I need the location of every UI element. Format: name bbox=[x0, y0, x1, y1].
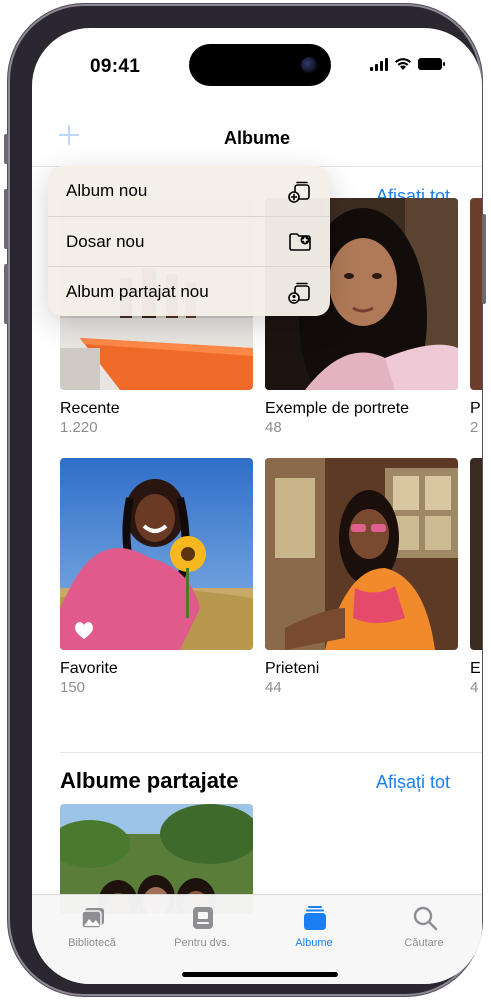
album-stack-plus-icon bbox=[288, 181, 310, 203]
tab-albums[interactable]: Albume bbox=[266, 895, 362, 965]
menu-item-new-folder[interactable]: Dosar nou bbox=[48, 217, 330, 267]
tab-label: Albume bbox=[295, 937, 333, 949]
album-title: Recente bbox=[60, 400, 120, 417]
section-divider bbox=[60, 752, 482, 753]
tab-label: Bibliotecă bbox=[68, 937, 116, 949]
home-indicator[interactable] bbox=[182, 972, 338, 977]
screen: 09:41 Albume Afișați tot Recente 1.220 E… bbox=[32, 28, 482, 984]
album-count: 1.220 bbox=[60, 419, 98, 436]
volume-down-button bbox=[4, 264, 8, 324]
friends-photo bbox=[265, 458, 458, 650]
search-icon bbox=[413, 906, 438, 931]
volume-up-button bbox=[4, 189, 8, 249]
menu-item-label: Dosar nou bbox=[66, 232, 145, 251]
favorite-photo bbox=[60, 458, 253, 650]
menu-item-new-shared-album[interactable]: Album partajat nou bbox=[48, 267, 330, 317]
cellular-signal-icon bbox=[370, 57, 388, 71]
phone-frame: 09:41 Albume Afișați tot Recente 1.220 E… bbox=[4, 4, 486, 996]
for-you-icon bbox=[193, 907, 213, 929]
tab-library[interactable]: Bibliotecă bbox=[44, 895, 140, 965]
tab-label: Pentru dvs. bbox=[174, 937, 230, 949]
album-title: P bbox=[470, 400, 481, 417]
album-title: Exemple de portrete bbox=[265, 400, 410, 417]
menu-item-new-album[interactable]: Album nou bbox=[48, 166, 330, 216]
album-title: Favorite bbox=[60, 660, 118, 677]
tab-label: Căutare bbox=[404, 937, 444, 949]
shared-album-plus-icon bbox=[288, 282, 310, 304]
add-menu: Album nou Dosar nou Album partajat nou bbox=[48, 166, 330, 316]
battery-icon bbox=[418, 58, 445, 70]
folder-plus-icon bbox=[289, 233, 311, 251]
album-thumbnail-partial[interactable] bbox=[470, 198, 482, 390]
page-title: Albume bbox=[223, 128, 290, 148]
album-count: 150 bbox=[60, 679, 86, 696]
wifi-icon bbox=[395, 58, 411, 70]
album-thumbnail-prieteni[interactable] bbox=[265, 458, 458, 650]
side-button bbox=[482, 214, 486, 304]
album-count: 4 bbox=[470, 679, 479, 696]
action-button bbox=[4, 134, 8, 164]
albums-icon bbox=[304, 906, 326, 930]
tab-bar: Bibliotecă Pentru dvs. Albume Căutare bbox=[32, 894, 482, 984]
album-count: 44 bbox=[265, 679, 282, 696]
menu-item-label: Album nou bbox=[66, 181, 148, 200]
status-icons bbox=[370, 57, 445, 71]
album-title: Prieteni bbox=[265, 660, 320, 677]
tab-for-you[interactable]: Pentru dvs. bbox=[154, 895, 250, 965]
album-count: 48 bbox=[265, 419, 282, 436]
photo-library-icon bbox=[81, 908, 104, 929]
album-count: 2 bbox=[470, 419, 479, 436]
album-thumbnail-favorite[interactable] bbox=[60, 458, 253, 650]
shared-albums-title: Albume partajate bbox=[60, 768, 239, 793]
tab-search[interactable]: Căutare bbox=[376, 895, 472, 965]
menu-item-label: Album partajat nou bbox=[66, 282, 209, 301]
camera-icon bbox=[301, 57, 317, 73]
album-title: E bbox=[470, 660, 481, 677]
status-time: 09:41 bbox=[90, 56, 141, 77]
shared-albums-see-all-link[interactable]: Afișați tot bbox=[376, 772, 450, 793]
album-thumbnail-partial[interactable] bbox=[470, 458, 482, 650]
dynamic-island bbox=[189, 44, 331, 86]
